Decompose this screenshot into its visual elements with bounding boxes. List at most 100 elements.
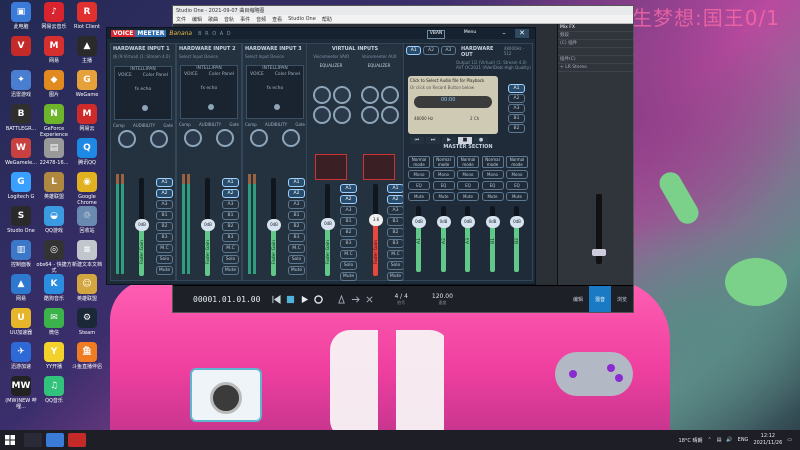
desktop-icon[interactable]: ✦ 迅雷游戏 [3, 70, 39, 98]
tray-chevron-icon[interactable]: ⌃ [707, 437, 711, 443]
network-icon[interactable]: ▤ [717, 437, 722, 443]
rewind-icon[interactable]: ⏮ [410, 137, 424, 144]
desktop-icon[interactable]: ◎ obs64 - 快捷方式 [36, 240, 72, 274]
clock[interactable]: 12:12 2021/11/26 [753, 433, 782, 447]
bus-fader-knob[interactable]: 0dB [485, 216, 500, 228]
strip-1-b1-button[interactable]: B1 [156, 211, 173, 220]
pan-dot[interactable] [208, 104, 214, 110]
strip-1-mc-button[interactable]: M.C [156, 244, 173, 253]
bus-eq-button[interactable]: EQ [432, 181, 455, 190]
voicemeeter-titlebar[interactable]: VOICE MEETER Banana B R O A D VBAN Menu … [107, 28, 535, 39]
stop-icon[interactable] [286, 295, 295, 304]
desktop-icon[interactable]: V [3, 36, 39, 58]
desktop-icon[interactable]: ◆ 图片 [36, 70, 72, 98]
play-button-icon[interactable]: ▶ [442, 137, 456, 144]
strip-2-a3-button[interactable]: A3 [222, 200, 239, 209]
intellipan-panel[interactable]: INTELLIPAN VOICE Color Panel fx echo [180, 65, 238, 119]
desktop-icon[interactable]: Y YY开播 [36, 342, 72, 370]
hw-out-device-2[interactable]: AVT OC2021 (AVerlDebi High Quality) [404, 65, 532, 70]
taskbar-app-explorer-icon[interactable] [46, 433, 64, 447]
forward-icon[interactable]: ⏭ [426, 137, 440, 144]
desktop-icon[interactable]: ♪ 网易云音乐 [36, 2, 72, 30]
voicemeeter-window[interactable]: VOICE MEETER Banana B R O A D VBAN Menu … [106, 27, 536, 285]
fader-knob[interactable]: 0dB [201, 219, 215, 231]
desktop-icon[interactable]: K 酷狗音乐 [36, 274, 72, 302]
bus-mono-button[interactable]: Mono [408, 170, 430, 179]
strip-1-b2-button[interactable]: B2 [156, 222, 173, 231]
virtual-2-b3-button[interactable]: B3 [387, 239, 404, 248]
menu-item[interactable]: 音频 [256, 16, 266, 23]
desktop-icon[interactable]: 鱼斗鱼直播伴侣 [69, 342, 105, 370]
studio-one-titlebar[interactable]: Studio One - 2021-09-07 曲目缩略图 [173, 6, 633, 15]
notification-icon[interactable]: ▭ [787, 437, 792, 443]
play-icon[interactable] [300, 295, 309, 304]
strip-2-b2-button[interactable]: B2 [222, 222, 239, 231]
strip-3-mc-button[interactable]: M.C [288, 244, 305, 253]
bus-mute-button[interactable]: Mute [481, 192, 504, 201]
virtual-1-b3-button[interactable]: B3 [340, 239, 357, 248]
virtual-1-b2-button[interactable]: B2 [340, 228, 357, 237]
volume-icon[interactable]: 🔊 [726, 437, 732, 443]
strip-2-b3-button[interactable]: B3 [222, 233, 239, 242]
bus-mono-button[interactable]: Mono [432, 170, 455, 179]
record-button-icon[interactable]: ● [474, 137, 488, 144]
desktop-icon[interactable]: ♲ 回收站 [69, 206, 105, 234]
desktop-icon[interactable]: ▲ 网易 [3, 274, 39, 302]
tempo-display[interactable]: 120.00 速度 [432, 293, 453, 306]
virtual-2-mc-button[interactable]: M.C [387, 250, 404, 259]
start-icon[interactable] [0, 430, 20, 450]
loop-icon[interactable] [351, 295, 361, 304]
mix-fader-knob[interactable] [592, 249, 606, 256]
taskbar-app-voicemeeter-icon[interactable] [68, 433, 86, 447]
strip-2-a2-button[interactable]: A2 [222, 189, 239, 198]
desktop-icon[interactable]: ▥ 控制面板 [3, 240, 39, 268]
bus-mute-button[interactable]: Mute [457, 192, 479, 201]
virtual-2-mute-button[interactable]: Mute [387, 272, 404, 281]
bus-mode-button[interactable]: Normal mode [506, 156, 528, 168]
desktop-icon[interactable]: N GeForce Experience [36, 104, 72, 138]
fader-knob[interactable]: 0dB [267, 219, 281, 231]
tab-browse[interactable]: 浏览 [611, 286, 633, 312]
bus-eq-button[interactable]: EQ [506, 181, 528, 190]
bus-eq-button[interactable]: EQ [408, 181, 430, 190]
panel-row[interactable]: 插件(C) [558, 56, 633, 64]
player-route-a3-button[interactable]: A3 [508, 104, 525, 113]
return-to-zero-icon[interactable] [272, 294, 281, 304]
hw-out-a3-button[interactable]: A3 [440, 46, 456, 55]
menu-item[interactable]: 音轨 [224, 16, 234, 23]
strip-3-a3-button[interactable]: A3 [288, 200, 305, 209]
menu-item[interactable]: Studio One [288, 16, 316, 22]
virtual-1-a2-button[interactable]: A2 [340, 195, 357, 204]
strip-1-solo-button[interactable]: Solo [156, 255, 173, 264]
strip-1-mute-button[interactable]: Mute [156, 266, 173, 275]
desktop-icon[interactable]: ◉ Google Chrome [69, 172, 105, 206]
fader-knob[interactable]: 0dB [135, 219, 149, 231]
menu-item[interactable]: 查看 [272, 16, 282, 23]
weather-widget[interactable]: 18°C 晴朗 [679, 437, 703, 444]
virtual-1-mc-button[interactable]: M.C [340, 250, 357, 259]
close-icon[interactable]: ✕ [515, 29, 529, 38]
desktop-icon[interactable]: U UU加速器 [3, 308, 39, 336]
desktop-icon[interactable]: S Studio One [3, 206, 39, 234]
hw-out-a2-button[interactable]: A2 [423, 46, 439, 55]
panel-row[interactable]: + LR Stereo [558, 64, 633, 72]
virtual-1-mute-button[interactable]: Mute [340, 272, 357, 281]
desktop-icon[interactable]: ▣ 此电脑 [3, 2, 39, 30]
virtual-2-fader-knob[interactable]: 3.6 [369, 214, 383, 226]
minimize-icon[interactable]: – [497, 29, 511, 38]
menu-item[interactable]: 帮助 [322, 16, 332, 23]
desktop-icon[interactable]: ✈ 迅游加速 [3, 342, 39, 370]
vban-button[interactable]: VBAN [427, 30, 445, 39]
desktop-icon[interactable]: MW (MW)NEW 哔哩... [3, 376, 39, 410]
player-route-b2-button[interactable]: B2 [508, 124, 525, 133]
desktop-icon[interactable]: Q 腾讯QQ [69, 138, 105, 166]
bus-mute-button[interactable]: Mute [506, 192, 528, 201]
strip-1-a3-button[interactable]: A3 [156, 200, 173, 209]
virtual-1-a1-button[interactable]: A1 [340, 184, 357, 193]
comp-knob[interactable] [184, 129, 202, 147]
virtual-1-b1-button[interactable]: B1 [340, 217, 357, 226]
strip-3-b1-button[interactable]: B1 [288, 211, 305, 220]
desktop-icon[interactable]: R Riot Client [69, 2, 105, 30]
tab-mix[interactable]: 混音 [589, 286, 611, 312]
desktop-icon[interactable]: L 英雄联盟 [36, 172, 72, 200]
